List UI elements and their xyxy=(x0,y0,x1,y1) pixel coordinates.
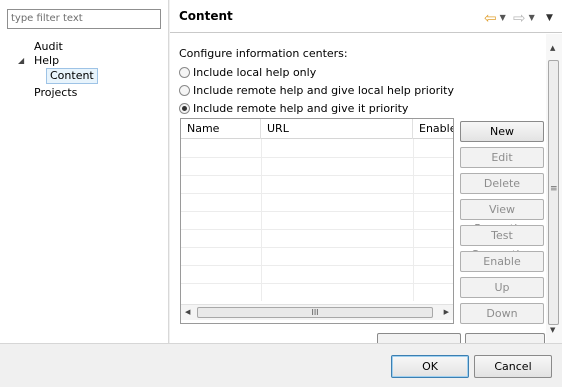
table-row xyxy=(181,175,453,176)
tree-item-help[interactable]: Help xyxy=(34,53,59,69)
radio-icon[interactable] xyxy=(179,84,190,96)
scroll-left-icon[interactable]: ◀ xyxy=(185,308,190,316)
page-title: Content xyxy=(179,9,233,23)
scroll-right-icon[interactable]: ▶ xyxy=(444,308,449,316)
scroll-up-icon[interactable]: ▲ xyxy=(550,44,555,52)
ok-button[interactable]: OK xyxy=(391,355,469,378)
back-arrow-icon[interactable]: ⇦ xyxy=(484,10,497,26)
horizontal-scroll-thumb[interactable]: III xyxy=(197,307,433,318)
radio-label: Include local help only xyxy=(193,65,317,79)
radio-label: Include remote help and give it priority xyxy=(193,101,409,115)
table-row xyxy=(181,247,453,248)
radio-icon[interactable] xyxy=(179,66,190,78)
view-menu-icon[interactable]: ▼ xyxy=(546,10,553,26)
column-divider xyxy=(413,139,414,301)
up-button[interactable]: Up xyxy=(460,277,544,298)
column-header-url[interactable]: URL xyxy=(261,119,413,139)
edit-button[interactable]: Edit xyxy=(460,147,544,168)
partially-visible-button[interactable] xyxy=(465,333,545,343)
table-row xyxy=(181,193,453,194)
tree-item-content[interactable]: Content xyxy=(46,68,98,84)
back-nav[interactable]: ⇦ ▼ xyxy=(484,10,506,26)
intro-label: Configure information centers: xyxy=(179,47,348,60)
radio-remote-local-priority[interactable]: Include remote help and give local help … xyxy=(179,82,454,98)
vertical-scrollbar[interactable]: ▲ ≡ ▼ xyxy=(546,34,562,343)
radio-label: Include remote help and give local help … xyxy=(193,83,454,97)
delete-button[interactable]: Delete xyxy=(460,173,544,194)
filter-input[interactable]: type filter text xyxy=(7,9,161,29)
table-row xyxy=(181,229,453,230)
radio-local-only[interactable]: Include local help only xyxy=(179,64,316,80)
expand-toggle-icon[interactable]: ◢ xyxy=(18,53,24,69)
dialog-button-bar: OK Cancel xyxy=(0,343,562,387)
back-dropdown-icon[interactable]: ▼ xyxy=(500,10,506,26)
view-properties-button[interactable]: View Properties xyxy=(460,199,544,235)
vertical-scroll-thumb[interactable]: ≡ xyxy=(548,60,559,325)
page-header: Content ⇦ ▼ ⇨ ▼ ▼ xyxy=(170,0,562,33)
column-divider xyxy=(261,139,262,301)
forward-nav[interactable]: ⇨ ▼ xyxy=(513,10,535,26)
table-row xyxy=(181,157,453,158)
table-row xyxy=(181,283,453,284)
info-centers-table[interactable]: Name URL Enabled ◀ III ▶ xyxy=(180,118,454,324)
forward-dropdown-icon[interactable]: ▼ xyxy=(529,10,535,26)
column-header-name[interactable]: Name xyxy=(181,119,261,139)
new-button[interactable]: New xyxy=(460,121,544,142)
column-header-enabled[interactable]: Enabled xyxy=(413,119,453,139)
preference-page: Content ⇦ ▼ ⇨ ▼ ▼ Configure information … xyxy=(170,0,562,343)
table-row xyxy=(181,265,453,266)
scroll-down-icon[interactable]: ▼ xyxy=(550,326,555,334)
view-menu[interactable]: ▼ xyxy=(546,10,553,26)
radio-remote-priority[interactable]: Include remote help and give it priority xyxy=(179,100,408,116)
cancel-button[interactable]: Cancel xyxy=(474,355,552,378)
partially-visible-button[interactable] xyxy=(377,333,461,343)
table-header: Name URL Enabled xyxy=(181,119,453,139)
radio-selected-icon[interactable] xyxy=(179,102,190,114)
enable-button[interactable]: Enable xyxy=(460,251,544,272)
test-connection-button[interactable]: Test Connection xyxy=(460,225,544,261)
horizontal-scrollbar[interactable]: ◀ III ▶ xyxy=(181,304,453,320)
page-content: Configure information centers: Include l… xyxy=(170,34,562,343)
tree-item-projects[interactable]: Projects xyxy=(34,85,77,101)
scroll-grip-icon: ≡ xyxy=(550,184,558,194)
preferences-navigation-pane: type filter text Audit ◢ Help Content Pr… xyxy=(0,0,169,343)
forward-arrow-icon[interactable]: ⇨ xyxy=(513,10,526,26)
down-button[interactable]: Down xyxy=(460,303,544,324)
table-row xyxy=(181,211,453,212)
